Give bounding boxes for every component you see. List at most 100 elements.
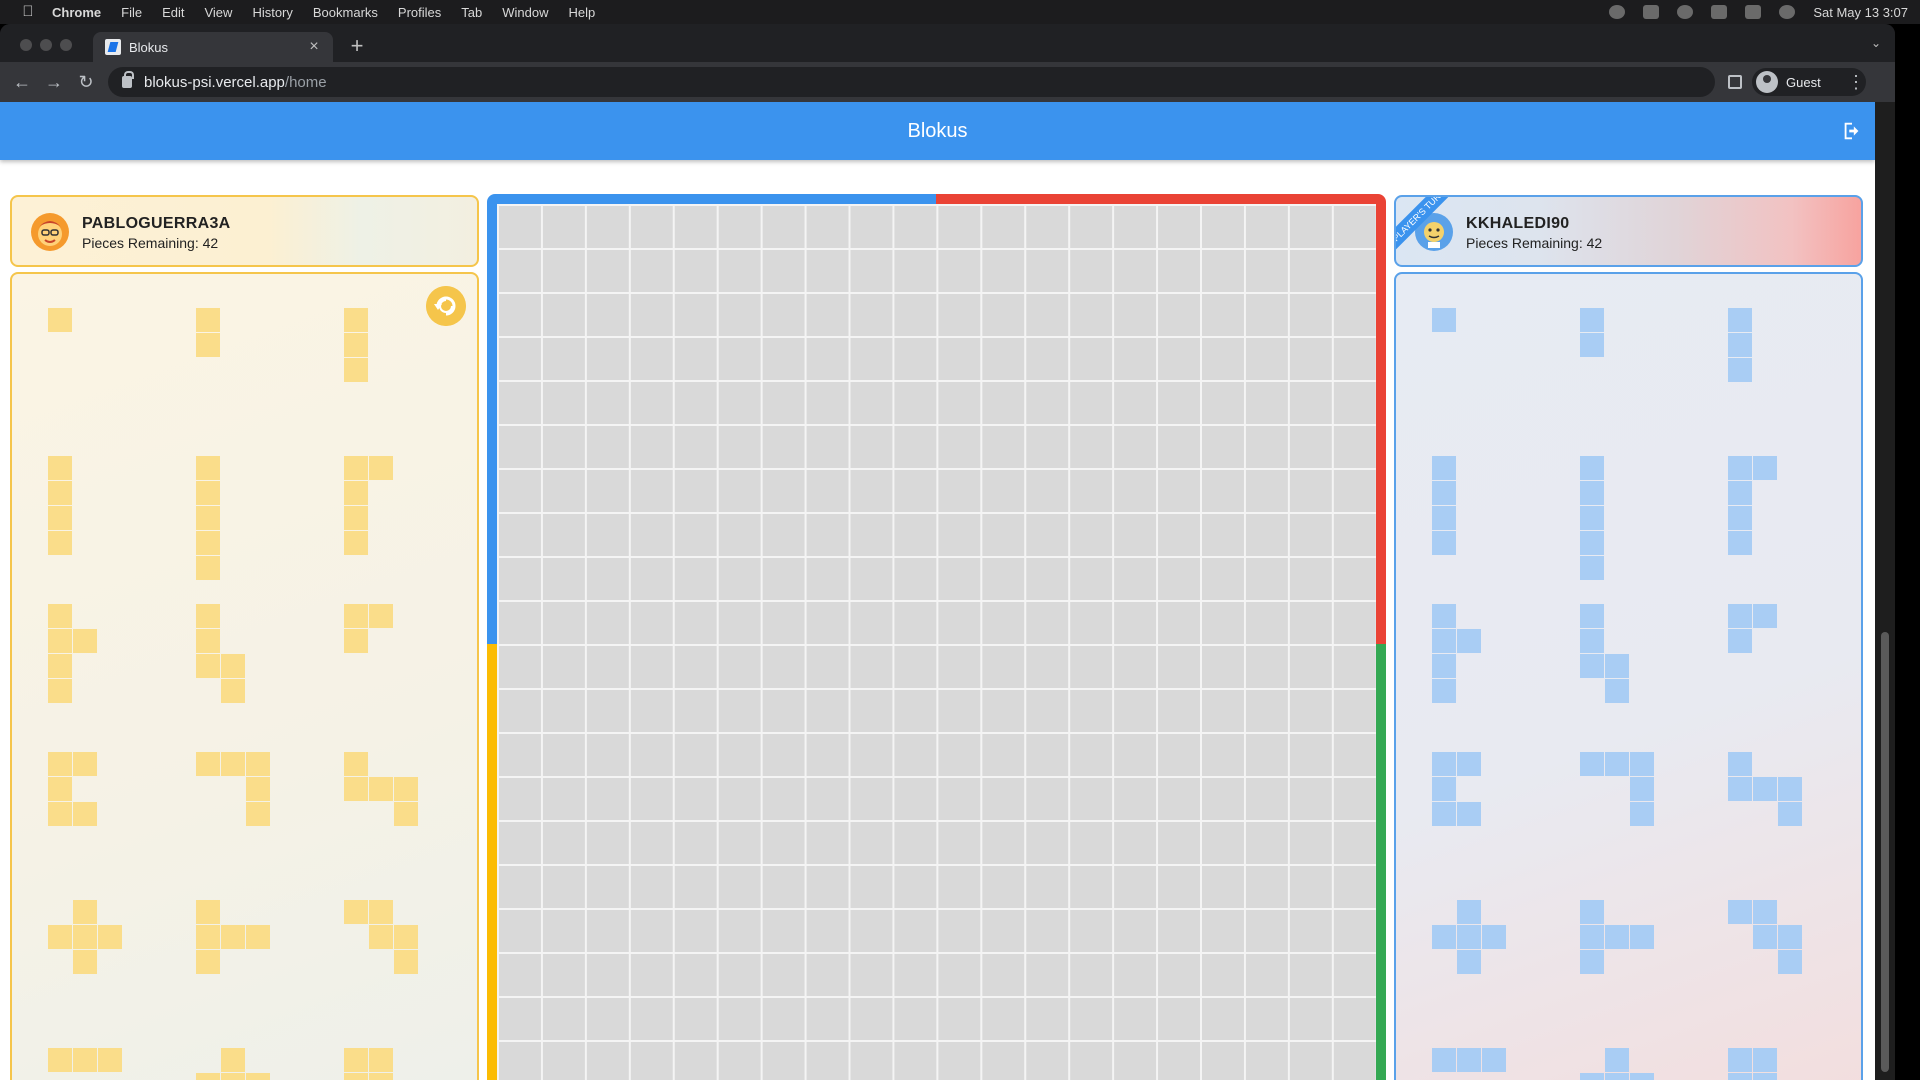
piece-square (196, 531, 220, 555)
piece-square (344, 506, 368, 530)
piece-square (1580, 925, 1604, 949)
menu-edit[interactable]: Edit (162, 5, 184, 20)
browser-tab[interactable]: Blokus × (93, 32, 333, 62)
close-tab-icon[interactable]: × (305, 38, 323, 56)
piece-square (1432, 925, 1456, 949)
piece-square (344, 629, 368, 653)
menu-history[interactable]: History (252, 5, 292, 20)
piece-square (1728, 481, 1752, 505)
menu-view[interactable]: View (204, 5, 232, 20)
piece-square (344, 1073, 368, 1080)
piece-square (369, 604, 393, 628)
page-scrollbar[interactable] (1875, 102, 1895, 1080)
tab-search-icon[interactable]: ⌄ (1871, 36, 1881, 50)
piece-square (1580, 308, 1604, 332)
piece-square (1432, 1048, 1456, 1072)
back-icon[interactable]: ← (10, 70, 34, 94)
logout-icon[interactable] (1841, 120, 1863, 142)
piece-square (1753, 1048, 1777, 1072)
player-name-left: PABLOGUERRA3A (82, 215, 231, 232)
menu-window[interactable]: Window (502, 5, 548, 20)
piece-square (394, 925, 418, 949)
wifi-icon[interactable] (1677, 5, 1694, 19)
player-card-left: PABLOGUERRA3A Pieces Remaining: 42 (10, 195, 479, 267)
close-window-icon[interactable] (20, 39, 32, 51)
tab-title: Blokus (129, 39, 169, 55)
more-icon[interactable] (1643, 5, 1660, 19)
piece-square (1728, 1048, 1752, 1072)
piece-square (1580, 506, 1604, 530)
control-center-icon[interactable] (1745, 5, 1762, 19)
piece-square (394, 950, 418, 974)
siri-icon[interactable] (1779, 5, 1796, 19)
piece-square (394, 777, 418, 801)
piece-square (344, 604, 368, 628)
piece-square (196, 654, 220, 678)
player-name-right: KKHALEDI90 (1466, 215, 1570, 232)
piece-square (1630, 802, 1654, 826)
piece-square (344, 481, 368, 505)
reload-icon[interactable]: ↻ (74, 70, 98, 94)
blokus-favicon-icon (105, 39, 121, 55)
piece-square (1728, 777, 1752, 801)
zoom-window-icon[interactable] (60, 39, 72, 51)
menu-help[interactable]: Help (569, 5, 596, 20)
pieces-panel-left (10, 272, 479, 1080)
piece-square (48, 1048, 72, 1072)
forward-icon[interactable]: → (42, 70, 66, 94)
apple-icon[interactable]:  (20, 4, 36, 20)
address-bar[interactable]: blokus-psi.vercel.app/home (108, 67, 1715, 97)
piece-square (48, 629, 72, 653)
player-card-right: PLAYER'S TURN KKHALEDI90 Pieces Remainin… (1394, 195, 1863, 267)
piece-square (1753, 925, 1777, 949)
piece-square (196, 900, 220, 924)
piece-square (1778, 925, 1802, 949)
piece-square (1605, 679, 1629, 703)
display-icon[interactable] (1711, 5, 1728, 19)
piece-square (196, 308, 220, 332)
piece-square (98, 1048, 122, 1072)
piece-square (196, 456, 220, 480)
piece-square (1432, 629, 1456, 653)
rotate-button[interactable] (426, 286, 466, 326)
piece-square (1432, 802, 1456, 826)
piece-square (1432, 777, 1456, 801)
game-board-frame (487, 194, 1386, 1080)
piece-square (1580, 654, 1604, 678)
piece-square (1457, 950, 1481, 974)
piece-square (196, 925, 220, 949)
menu-bookmarks[interactable]: Bookmarks (313, 5, 378, 20)
browser-menu-icon[interactable]: ⋮ (1844, 70, 1868, 94)
browser-toolbar: ← → ↻ blokus-psi.vercel.app/home Guest ⋮ (0, 62, 1895, 102)
piece-square (221, 679, 245, 703)
piece-square (1728, 333, 1752, 357)
piece-square (1728, 900, 1752, 924)
piece-square (1457, 629, 1481, 653)
minimize-window-icon[interactable] (40, 39, 52, 51)
lock-icon[interactable] (122, 71, 134, 88)
piece-square (73, 752, 97, 776)
menu-tab[interactable]: Tab (461, 5, 482, 20)
scrollbar-thumb[interactable] (1881, 632, 1889, 1072)
piece-square (1580, 456, 1604, 480)
piece-square (1580, 604, 1604, 628)
record-icon[interactable] (1609, 5, 1626, 19)
piece-square (73, 802, 97, 826)
menu-file[interactable]: File (121, 5, 142, 20)
game-board-grid[interactable] (497, 204, 1376, 1080)
piece-square (221, 752, 245, 776)
piece-square (48, 308, 72, 332)
side-panel-icon[interactable] (1728, 75, 1742, 89)
menu-clock[interactable]: Sat May 13 3:07 (1813, 5, 1908, 20)
piece-square (1457, 752, 1481, 776)
menu-app-name[interactable]: Chrome (52, 5, 101, 20)
piece-square (1630, 1073, 1654, 1080)
new-tab-button[interactable]: + (345, 34, 369, 58)
piece-square (1580, 556, 1604, 580)
piece-square (221, 1073, 245, 1080)
piece-square (344, 308, 368, 332)
window-controls (20, 39, 72, 51)
piece-square (1728, 308, 1752, 332)
piece-square (246, 925, 270, 949)
menu-profiles[interactable]: Profiles (398, 5, 441, 20)
